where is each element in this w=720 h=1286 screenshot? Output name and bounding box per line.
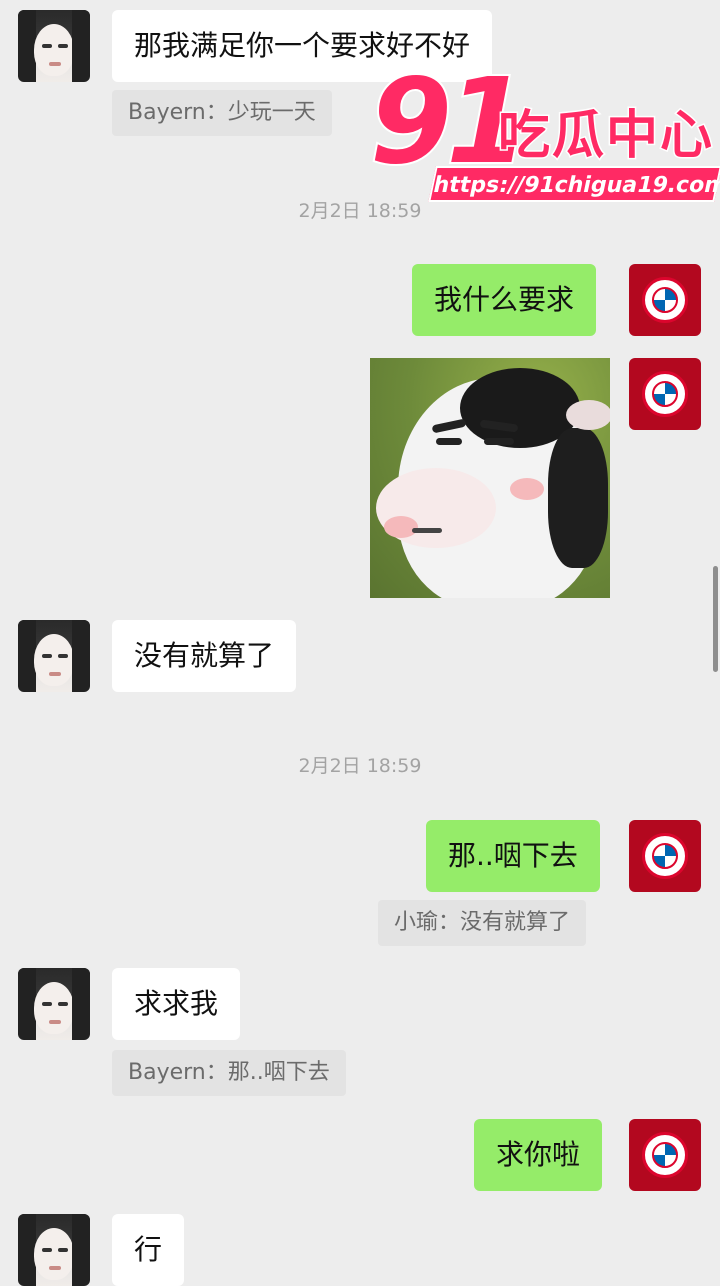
avatar-face	[34, 634, 74, 686]
avatar-eye	[58, 1002, 68, 1006]
watermark-logo: 91 吃瓜中心 https://91chigua19.com	[368, 60, 720, 212]
avatar-lips	[49, 1020, 61, 1024]
message-bubble-outgoing[interactable]: 我什么要求	[412, 264, 597, 336]
cow-eye	[436, 438, 462, 445]
avatar-eye	[58, 1248, 68, 1252]
quoted-reply[interactable]: 小瑜：没有就算了	[378, 900, 587, 946]
scrollbar-thumb[interactable]	[713, 566, 718, 672]
avatar-face	[34, 1228, 74, 1280]
avatar-eye	[42, 1248, 52, 1252]
message-bubble-incoming[interactable]: 行	[112, 1214, 185, 1286]
avatar-eye	[42, 44, 52, 48]
cow-sticker-image[interactable]	[370, 358, 610, 598]
cow-spot	[548, 428, 608, 568]
bayern-logo-icon	[642, 277, 688, 323]
avatar-eye	[42, 1002, 52, 1006]
bayern-logo-icon	[642, 1132, 688, 1178]
timestamp: 2月2日 18:59	[298, 755, 422, 777]
avatar-hair	[72, 620, 90, 692]
message-bubble-incoming[interactable]: 没有就算了	[112, 620, 297, 692]
watermark-url: https://91chigua19.com	[428, 166, 720, 202]
quoted-reply[interactable]: Bayern：少玩一天	[112, 90, 332, 136]
quoted-reply[interactable]: Bayern：那..咽下去	[112, 1050, 346, 1096]
contact-avatar[interactable]	[18, 10, 90, 82]
contact-avatar[interactable]	[18, 968, 90, 1040]
avatar-hair	[72, 10, 90, 82]
cow-eye	[484, 438, 514, 445]
cow-mouth	[412, 528, 442, 533]
bayern-logo-icon	[642, 833, 688, 879]
contact-avatar[interactable]	[18, 1214, 90, 1286]
watermark-brand: 吃瓜中心	[496, 105, 715, 168]
avatar-face	[34, 24, 74, 76]
contact-avatar[interactable]	[18, 620, 90, 692]
avatar-lips	[49, 62, 61, 66]
avatar-lips	[49, 672, 61, 676]
avatar-face	[34, 982, 74, 1034]
cow-cheek	[384, 516, 418, 538]
avatar-hair	[72, 1214, 90, 1286]
self-avatar[interactable]	[629, 264, 701, 336]
avatar-eye	[58, 44, 68, 48]
message-bubble-outgoing[interactable]: 那..咽下去	[426, 820, 600, 892]
self-avatar[interactable]	[629, 820, 701, 892]
avatar-eye	[58, 654, 68, 658]
cow-cheek	[510, 478, 544, 500]
chat-view: 那我满足你一个要求好不好 Bayern：少玩一天 2月2日 18:59 我什么要…	[0, 0, 720, 1286]
avatar-lips	[49, 1266, 61, 1270]
self-avatar[interactable]	[629, 1119, 701, 1191]
message-bubble-incoming[interactable]: 求求我	[112, 968, 241, 1040]
bayern-logo-icon	[642, 371, 688, 417]
cow-ear	[566, 400, 610, 430]
message-bubble-outgoing[interactable]: 求你啦	[474, 1119, 603, 1191]
avatar-eye	[42, 654, 52, 658]
self-avatar[interactable]	[629, 358, 701, 430]
avatar-hair	[72, 968, 90, 1040]
